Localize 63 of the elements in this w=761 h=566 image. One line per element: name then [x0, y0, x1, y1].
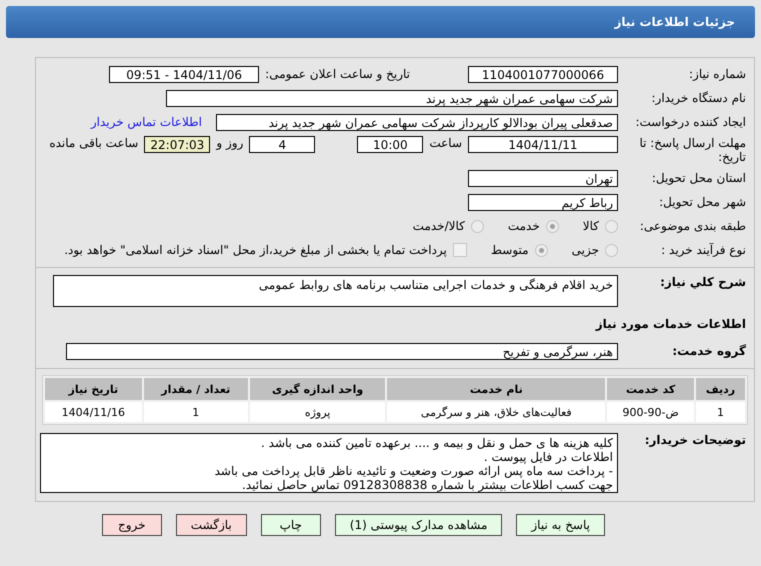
table-cell: پروژه — [250, 402, 386, 422]
action-button[interactable]: چاپ — [260, 514, 321, 536]
field-label: شماره نیاز: — [688, 67, 746, 81]
city-field: رباط کریم — [468, 194, 618, 210]
checkbox[interactable] — [452, 243, 467, 257]
days-field: 4 — [249, 136, 316, 153]
column-header: ردیف — [696, 378, 745, 400]
column-header: کد خدمت — [607, 378, 694, 400]
need-number-field: 1104001077000066 — [468, 66, 618, 82]
radio-label: کالا — [582, 219, 599, 233]
creator-field: صدقعلی پیران بودالالو کارپرداز شرکت سهامی عمران شهر جدید پرند — [216, 114, 618, 130]
page-title: جزئیات اطلاعات نیاز — [614, 15, 735, 29]
radio-label: متوسط — [490, 243, 529, 257]
notes-line: - پرداخت سه ماه پس ارائه صورت وضعیت و تائیدیه ناظر قابل پرداخت می باشد — [214, 464, 613, 478]
remaining-time-field: 22:07:03 — [144, 136, 210, 153]
radio-label: جزیی — [572, 243, 599, 257]
radio-button[interactable] — [534, 244, 548, 256]
section-heading: اطلاعات خدمات مورد نیاز — [596, 316, 746, 333]
field-label: ایجاد کننده درخواست: — [634, 115, 746, 129]
radio-label: خدمت — [508, 219, 540, 233]
column-header: تاریخ نیاز — [45, 378, 142, 400]
checkbox-label: پرداخت تمام یا بخشی از مبلغ خرید،از محل "اسناد خزانه اسلامی" خواهد بود. — [64, 243, 447, 257]
action-button[interactable]: بازگشت — [176, 514, 247, 536]
notes-line: کلیه هزینه ها ی حمل و نقل و بیمه و .... برعهده تامین کننده می باشد . — [260, 436, 613, 450]
action-button[interactable]: خروج — [102, 514, 162, 536]
column-header: تعداد / مقدار — [144, 378, 248, 400]
table-cell: فعالیت‌های خلاق، هنر و سرگرمی — [387, 402, 606, 422]
radio-button[interactable] — [546, 220, 559, 232]
field-label: شرح کلي نياز: — [659, 275, 746, 289]
field-label: مهلت ارسال پاسخ: تا تاریخ: — [638, 136, 746, 164]
table-cell: 1 — [144, 402, 248, 422]
field-label: طبقه بندی موضوعی: — [638, 219, 746, 233]
column-header: واحد اندازه گیری — [250, 378, 386, 400]
radio-button[interactable] — [605, 220, 618, 232]
field-label: نام دستگاه خریدار: — [650, 91, 746, 105]
notes-line: جهت کسب اطلاعات بیشتر با شماره 09128308838 تماس حاصل نمائید. — [241, 478, 613, 492]
action-button[interactable]: مشاهده مدارک پیوستی (1) — [334, 514, 502, 536]
table-cell: 1404/11/16 — [45, 402, 142, 422]
buyer-contact-link[interactable]: اطلاعات تماس خریدار — [90, 115, 202, 129]
buyer-field: شرکت سهامی عمران شهر جدید پرند — [166, 90, 618, 106]
field-label: توضیحات خریدار: — [644, 433, 746, 447]
table-cell: 1 — [696, 402, 745, 422]
radio-label: کالا/خدمت — [412, 219, 465, 233]
field-label: ساعت باقی مانده — [49, 136, 138, 150]
column-header: نام خدمت — [387, 378, 606, 400]
field-label: شهر محل تحویل: — [658, 195, 746, 209]
field-label: گروه خدمت: — [671, 344, 746, 358]
description-field: خرید اقلام فرهنگی و خدمات اجرایی متناسب برنامه های روابط عمومی — [53, 275, 618, 307]
radio-button[interactable] — [470, 220, 484, 232]
service-group-field: هنر، سرگرمی و تفریح — [66, 342, 618, 360]
field-label: تاریخ و ساعت اعلان عمومی: — [265, 67, 410, 81]
field-label: استان محل تحویل: — [650, 171, 746, 185]
deadline-time-field: 10:00 — [357, 136, 424, 153]
field-label: نوع فرآیند خرید : — [660, 243, 746, 257]
field-label: روز و — [216, 136, 244, 150]
radio-button[interactable] — [605, 244, 618, 256]
action-button[interactable]: پاسخ به نیاز — [516, 514, 605, 536]
province-field: تهران — [468, 170, 618, 186]
notes-line: اطلاعات در فایل پیوست . — [482, 450, 613, 464]
deadline-date-field: 1404/11/11 — [468, 136, 618, 153]
field-label: ساعت — [429, 136, 462, 150]
table-cell: ض-90-900 — [607, 402, 694, 422]
announce-date-field: 1404/11/06 - 09:51 — [109, 66, 260, 82]
